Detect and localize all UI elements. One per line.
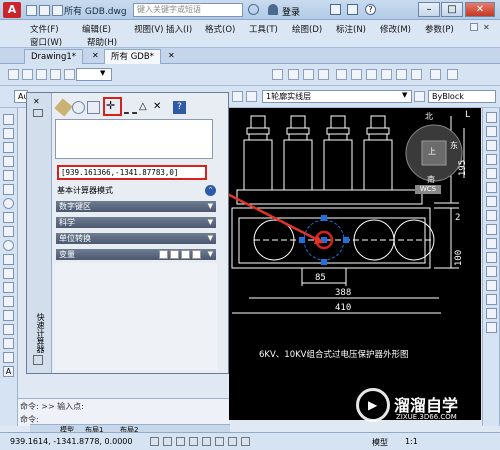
calc-variable-icon[interactable] xyxy=(192,250,201,259)
basic-mode-label[interactable]: 基本计算器模式 xyxy=(55,185,217,196)
distance-icon[interactable] xyxy=(124,101,137,114)
status-bar: 939.1614, -1341.8778, 0.0000 模型 1:1 xyxy=(0,432,500,450)
pick-point-icon: ✛ xyxy=(106,99,116,112)
chevron-down-icon: ▼ xyxy=(207,202,213,210)
variables-list[interactable] xyxy=(55,263,217,371)
section-label: 科学 xyxy=(59,218,75,227)
osnap-tracking-icon[interactable] xyxy=(215,437,224,446)
coordinate-readout[interactable]: 939.1614, -1341.8778, 0.0000 xyxy=(10,437,132,446)
polar-tracking-icon[interactable] xyxy=(189,437,198,446)
calc-history-display xyxy=(55,119,213,159)
palette-properties-icon[interactable] xyxy=(33,355,43,365)
dynamic-input-icon[interactable] xyxy=(241,437,250,446)
ortho-mode-icon[interactable] xyxy=(176,437,185,446)
collapse-icon[interactable]: ⌃ xyxy=(205,185,216,196)
clear-history-icon[interactable] xyxy=(72,101,85,114)
chevron-down-icon: ▼ xyxy=(207,250,213,258)
watermark-url: ZIXUE.3D66.COM xyxy=(396,413,457,421)
annotation-scale[interactable]: 1:1 xyxy=(405,437,418,446)
palette-close-icon[interactable]: ✕ xyxy=(33,97,40,106)
play-icon: ▶ xyxy=(368,398,378,412)
object-snap-icon[interactable] xyxy=(202,437,211,446)
model-space-label[interactable]: 模型 xyxy=(372,437,388,448)
edit-variable-icon[interactable] xyxy=(170,250,179,259)
paste-to-command-icon[interactable] xyxy=(87,101,100,114)
delete-variable-icon[interactable] xyxy=(181,250,190,259)
ducs-icon[interactable] xyxy=(228,437,237,446)
quickcalc-palette: ✕ 快速计算器 ✛ △ ✕ ? [939.161366,-1341.87783,… xyxy=(26,92,229,374)
grid-display-icon[interactable] xyxy=(163,437,172,446)
section-scientific[interactable]: 科学 ▼ xyxy=(56,217,216,228)
section-numeric-keypad[interactable]: 数字键区 ▼ xyxy=(56,201,216,212)
section-unit-conversion[interactable]: 单位转换 ▼ xyxy=(56,233,216,244)
palette-autohide-icon[interactable] xyxy=(33,109,43,117)
palette-title-strip: ✕ 快速计算器 xyxy=(27,93,52,373)
help-icon[interactable]: ? xyxy=(173,101,186,114)
palette-side-title: 快速计算器 xyxy=(36,313,45,353)
chevron-down-icon: ▼ xyxy=(207,218,213,226)
intersection-icon[interactable]: ✕ xyxy=(153,101,166,114)
section-label: 单位转换 xyxy=(59,234,91,243)
section-label: 变量 xyxy=(59,250,75,259)
calc-input[interactable]: [939.161366,-1341.87783,0] xyxy=(57,165,207,180)
angle-icon[interactable]: △ xyxy=(139,101,152,114)
snap-mode-icon[interactable] xyxy=(150,437,159,446)
new-variable-icon[interactable] xyxy=(159,250,168,259)
chevron-down-icon: ▼ xyxy=(207,234,213,242)
command-window: 命令: >> 输入点: 命令: xyxy=(18,398,229,426)
section-label: 数字键区 xyxy=(59,202,91,211)
clear-icon[interactable] xyxy=(54,98,73,117)
command-history: 命令: >> 输入点: xyxy=(20,402,84,411)
